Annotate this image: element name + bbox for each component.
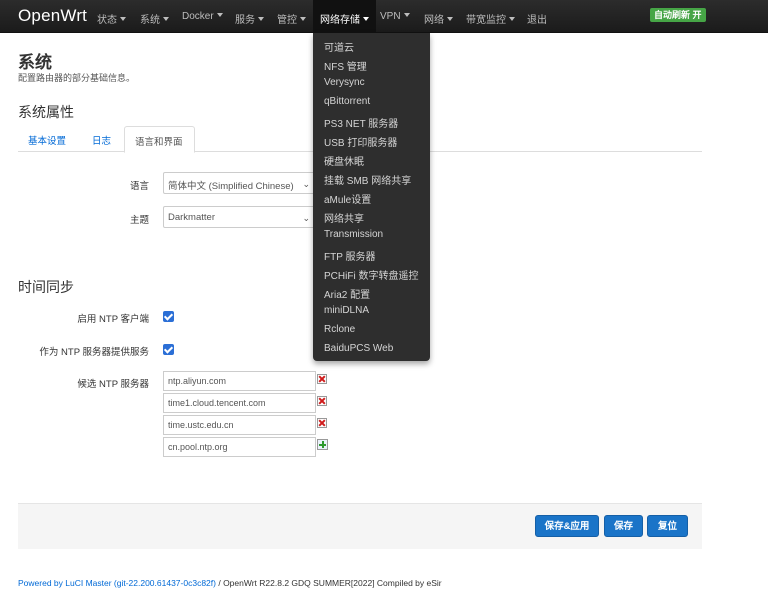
section-title-system-properties: 系统属性 bbox=[18, 104, 74, 120]
menu-item-verysync[interactable]: Verysync bbox=[324, 77, 365, 88]
menu-item-ps3-net[interactable]: PS3 NET 服务器 bbox=[324, 115, 398, 130]
luci-link[interactable]: Powered by LuCI Master (git-22.200.61437… bbox=[18, 578, 216, 588]
language-label: 语言 bbox=[129, 181, 149, 192]
caret-down-icon bbox=[258, 17, 264, 21]
menu-item-kodcloud[interactable]: 可道云 bbox=[324, 39, 354, 54]
nav-control[interactable]: 管控 bbox=[277, 11, 306, 26]
auto-refresh-badge[interactable]: 自动刷新 开 bbox=[650, 8, 706, 22]
footer-version-text: / OpenWrt R22.8.2 GDQ SUMMER[2022] Compi… bbox=[215, 578, 442, 588]
menu-item-minidlna[interactable]: miniDLNA bbox=[324, 305, 369, 316]
caret-down-icon bbox=[403, 13, 410, 17]
nav-logout-label: 退出 bbox=[527, 15, 547, 26]
footer: Powered by LuCI Master (git-22.200.61437… bbox=[18, 578, 442, 588]
reset-button[interactable]: 复位 bbox=[647, 515, 688, 537]
remove-icon[interactable] bbox=[317, 396, 327, 406]
language-select[interactable]: 简体中文 (Simplified Chinese) ⌄ bbox=[163, 172, 315, 194]
tab-basic-settings[interactable]: 基本设置 bbox=[28, 126, 66, 152]
remove-icon[interactable] bbox=[317, 418, 327, 428]
theme-select-value: Darkmatter bbox=[168, 212, 215, 223]
ntp-server-checkbox[interactable] bbox=[163, 344, 174, 355]
menu-item-baidupcs[interactable]: BaiduPCS Web bbox=[324, 343, 393, 354]
caret-down-icon bbox=[163, 17, 169, 21]
menu-item-ftp[interactable]: FTP 服务器 bbox=[324, 248, 375, 263]
ntp-server-input[interactable]: time1.cloud.tencent.com bbox=[163, 393, 316, 413]
caret-down-icon bbox=[509, 17, 515, 21]
top-navbar: OpenWrt 状态 系统 Docker 服务 管控 网络存储 VPN 网络 带… bbox=[0, 0, 768, 33]
menu-item-network-share[interactable]: 网络共享 bbox=[324, 210, 364, 225]
enable-ntp-label: 启用 NTP 客户端 bbox=[77, 314, 149, 325]
nav-control-label: 管控 bbox=[277, 15, 297, 26]
menu-item-pchifi[interactable]: PCHiFi 数字转盘遥控 bbox=[324, 267, 418, 282]
menu-item-transmission[interactable]: Transmission bbox=[324, 229, 383, 240]
chevron-down-icon: ⌄ bbox=[302, 179, 310, 189]
nav-docker-label: Docker bbox=[182, 11, 214, 22]
tab-language-interface[interactable]: 语言和界面 bbox=[124, 126, 195, 153]
tab-logging[interactable]: 日志 bbox=[92, 126, 111, 152]
network-storage-dropdown: 可道云 NFS 管理 Verysync qBittorrent PS3 NET … bbox=[313, 33, 430, 361]
nav-system-label: 系统 bbox=[140, 15, 160, 26]
ntp-server-label: 作为 NTP 服务器提供服务 bbox=[39, 347, 149, 358]
caret-down-icon bbox=[216, 13, 223, 17]
theme-label: 主题 bbox=[129, 215, 149, 226]
menu-item-aria2[interactable]: Aria2 配置 bbox=[324, 286, 370, 301]
section-title-time-sync: 时间同步 bbox=[18, 279, 74, 295]
language-select-value: 简体中文 (Simplified Chinese) bbox=[168, 181, 294, 192]
theme-select[interactable]: Darkmatter ⌄ bbox=[163, 206, 315, 228]
nav-status[interactable]: 状态 bbox=[97, 11, 126, 26]
remove-icon[interactable] bbox=[317, 374, 327, 384]
nav-network-storage[interactable]: 网络存储 bbox=[313, 0, 376, 33]
nav-vpn-label: VPN bbox=[380, 11, 401, 22]
nav-network-label: 网络 bbox=[424, 15, 444, 26]
candidate-ntp-label: 候选 NTP 服务器 bbox=[77, 379, 149, 390]
ntp-server-input[interactable]: cn.pool.ntp.org bbox=[163, 437, 316, 457]
nav-bandwidth-monitor[interactable]: 带宽监控 bbox=[466, 11, 515, 26]
nav-network-storage-label: 网络存储 bbox=[320, 15, 360, 26]
page-title: 系统 bbox=[18, 53, 52, 72]
menu-item-usb-printer[interactable]: USB 打印服务器 bbox=[324, 134, 397, 149]
ntp-server-input[interactable]: time.ustc.edu.cn bbox=[163, 415, 316, 435]
nav-logout[interactable]: 退出 bbox=[527, 11, 547, 26]
caret-down-icon bbox=[447, 17, 453, 21]
caret-down-icon bbox=[300, 17, 306, 21]
menu-item-nfs[interactable]: NFS 管理 bbox=[324, 58, 367, 73]
nav-services-label: 服务 bbox=[235, 15, 255, 26]
nav-bandwidth-label: 带宽监控 bbox=[466, 15, 506, 26]
nav-docker[interactable]: Docker bbox=[182, 11, 223, 22]
page-description: 配置路由器的部分基础信息。 bbox=[18, 73, 136, 83]
chevron-down-icon: ⌄ bbox=[302, 213, 310, 223]
menu-item-disk-sleep[interactable]: 硬盘休眠 bbox=[324, 153, 364, 168]
save-button[interactable]: 保存 bbox=[604, 515, 643, 537]
menu-item-rclone[interactable]: Rclone bbox=[324, 324, 355, 335]
menu-item-smb-mount[interactable]: 挂载 SMB 网络共享 bbox=[324, 172, 411, 187]
caret-down-icon bbox=[363, 17, 369, 21]
menu-item-amule[interactable]: aMule设置 bbox=[324, 191, 371, 206]
nav-network[interactable]: 网络 bbox=[424, 11, 453, 26]
add-icon[interactable] bbox=[317, 439, 328, 450]
nav-system[interactable]: 系统 bbox=[140, 11, 169, 26]
action-bar bbox=[18, 503, 702, 549]
caret-down-icon bbox=[120, 17, 126, 21]
nav-status-label: 状态 bbox=[97, 15, 117, 26]
nav-services[interactable]: 服务 bbox=[235, 11, 264, 26]
brand-logo[interactable]: OpenWrt bbox=[18, 6, 87, 26]
save-apply-button[interactable]: 保存&应用 bbox=[535, 515, 599, 537]
enable-ntp-checkbox[interactable] bbox=[163, 311, 174, 322]
nav-vpn[interactable]: VPN bbox=[380, 11, 410, 22]
menu-item-qbittorrent[interactable]: qBittorrent bbox=[324, 96, 370, 107]
ntp-server-input[interactable]: ntp.aliyun.com bbox=[163, 371, 316, 391]
